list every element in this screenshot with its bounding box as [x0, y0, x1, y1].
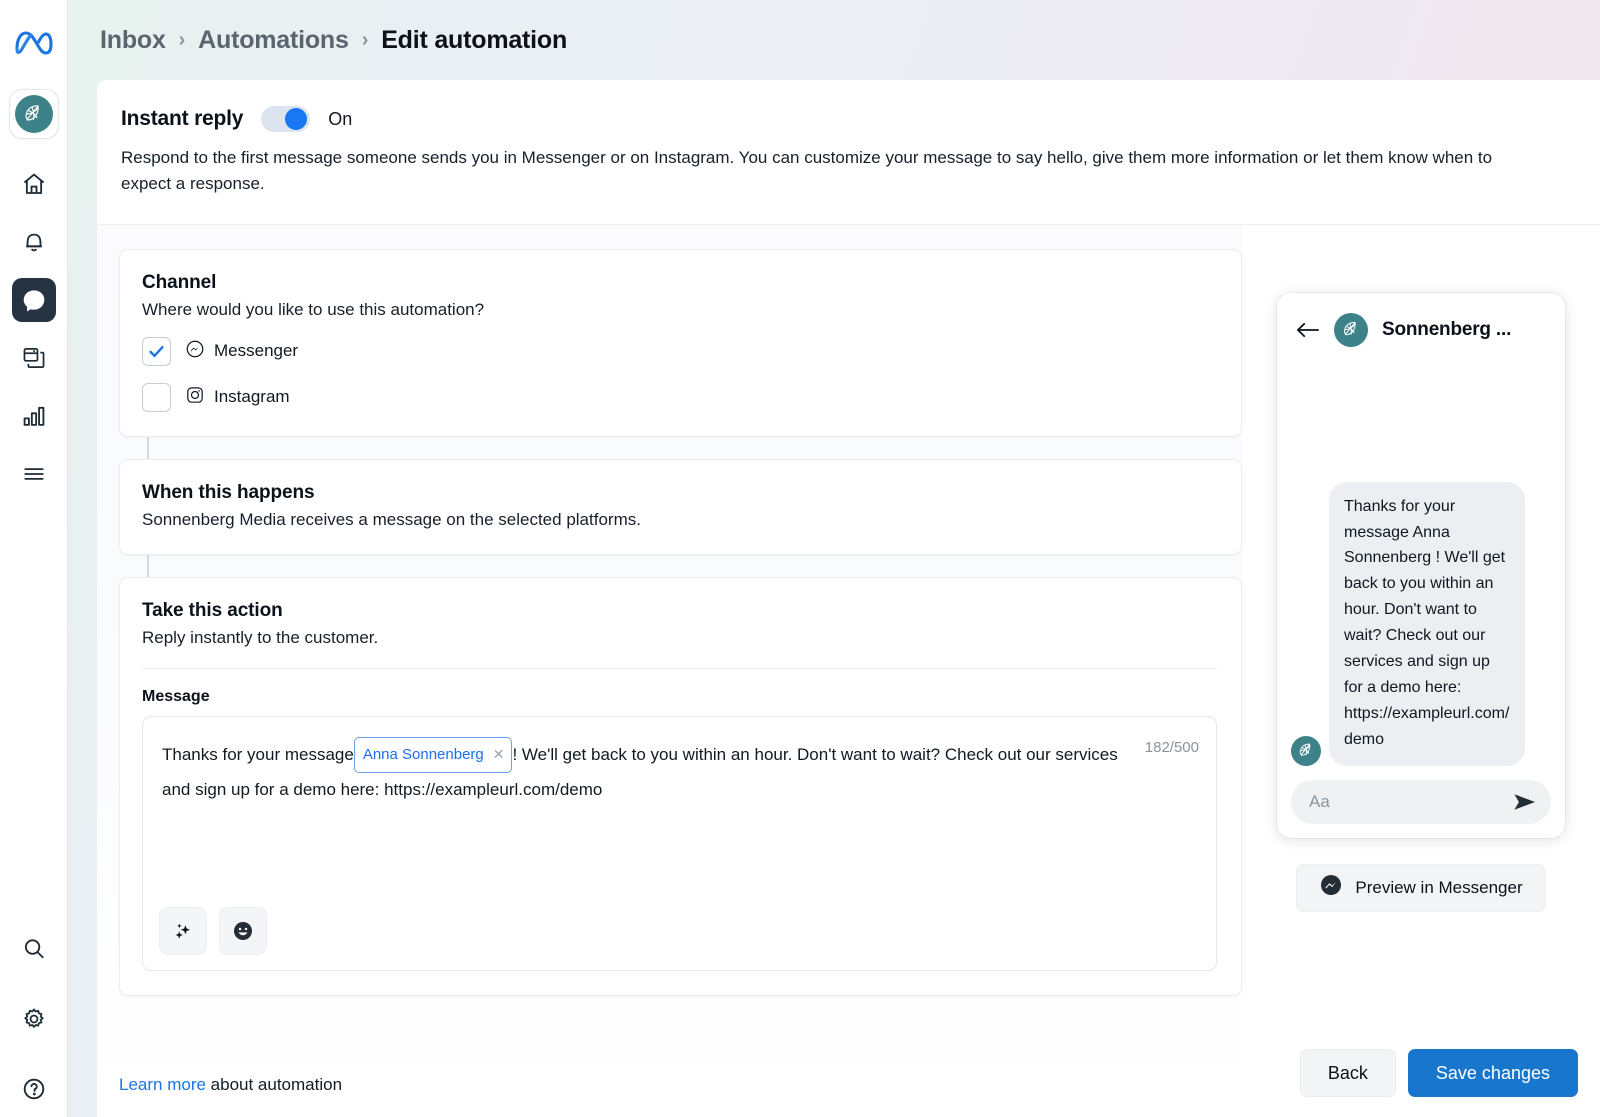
channel-option-messenger[interactable]: Messenger	[142, 336, 1217, 366]
emoji-button[interactable]	[219, 906, 267, 955]
action-subtitle: Reply instantly to the customer.	[142, 627, 379, 647]
trigger-subtitle: Sonnenberg Media receives a message on t…	[142, 509, 641, 529]
messenger-label-group: Messenger	[185, 339, 298, 364]
token-remove-icon[interactable]: ✕	[493, 741, 505, 768]
composer-toolbar	[143, 906, 1216, 970]
action-card: Take this action Reply instantly to the …	[119, 576, 1242, 996]
sidebar-item-insights[interactable]	[12, 394, 56, 438]
action-title: Take this action	[142, 599, 283, 621]
step-connector	[147, 554, 149, 577]
editor-body: Channel Where would you like to use this…	[97, 224, 1600, 1117]
main-region: Inbox › Automations › Edit automation In…	[68, 0, 1600, 1117]
preview-conversation-header: Sonnenberg ...	[1291, 309, 1551, 359]
message-sender-avatar	[1291, 735, 1321, 766]
learn-more-link[interactable]: Learn more	[119, 1075, 206, 1094]
message-input[interactable]: Thanks for your message Anna Sonnenberg ✕!…	[143, 717, 1216, 806]
left-nav-rail	[0, 0, 68, 1117]
preview-contact-name: Sonnenberg ...	[1382, 318, 1512, 340]
preview-message-bubble: Thanks for your message Anna Sonnenberg …	[1329, 481, 1525, 766]
trigger-card: When this happens Sonnenberg Media recei…	[119, 458, 1242, 555]
automation-editor-page: Inbox › Automations › Edit automation In…	[0, 0, 1600, 1117]
preview-in-messenger-button[interactable]: Preview in Messenger	[1296, 863, 1546, 912]
back-arrow-icon[interactable]	[1295, 320, 1320, 340]
toggle-state-label: On	[328, 108, 353, 129]
message-prefix-text: Thanks for your message	[162, 744, 354, 764]
personalization-token[interactable]: Anna Sonnenberg ✕	[353, 736, 513, 773]
gear-icon[interactable]	[12, 997, 56, 1041]
instant-reply-header: Instant reply On Respond to the first me…	[97, 80, 1600, 225]
instagram-icon	[185, 385, 205, 410]
instagram-label-group: Instagram	[185, 385, 290, 410]
breadcrumb-separator: ›	[361, 28, 369, 51]
help-circle-icon[interactable]	[12, 1067, 56, 1111]
instagram-label: Instagram	[214, 387, 290, 407]
preview-in-messenger-label: Preview in Messenger	[1355, 877, 1523, 897]
action-divider	[142, 667, 1217, 669]
sidebar-item-home[interactable]	[12, 162, 56, 206]
character-counter: 182/500	[1144, 738, 1199, 756]
toggle-knob	[285, 108, 308, 130]
learn-more-rest: about automation	[205, 1075, 343, 1094]
preview-message-row: Thanks for your message Anna Sonnenberg …	[1291, 474, 1551, 766]
footer-actions: Back Save changes	[1299, 1049, 1578, 1097]
sidebar-item-pages[interactable]	[12, 336, 56, 380]
send-icon[interactable]	[1512, 791, 1537, 813]
meta-logo-icon[interactable]	[11, 20, 57, 66]
sidebar-item-inbox[interactable]	[11, 278, 56, 322]
preview-message-input[interactable]: Aa	[1291, 779, 1551, 824]
instant-reply-title-row: Instant reply On	[121, 106, 1568, 132]
breadcrumb-item-automations[interactable]: Automations	[198, 26, 349, 55]
messenger-preview-card: Sonnenberg ... Thanks for your message A…	[1277, 292, 1565, 838]
preview-thread: Thanks for your message Anna Sonnenberg …	[1291, 359, 1551, 766]
messenger-label: Messenger	[214, 341, 299, 361]
search-icon[interactable]	[12, 927, 56, 971]
breadcrumb-item-edit-automation: Edit automation	[381, 25, 568, 54]
breadcrumb-separator: ›	[178, 28, 186, 51]
rail-bottom-group	[12, 901, 56, 1117]
instant-reply-toggle[interactable]	[261, 106, 311, 132]
ai-sparkle-button[interactable]	[159, 906, 207, 955]
page-title: Instant reply	[121, 107, 244, 130]
learn-more-row: Learn more about automation	[119, 1075, 342, 1095]
content-sheet: Instant reply On Respond to the first me…	[97, 80, 1600, 1117]
automation-config-column: Channel Where would you like to use this…	[97, 225, 1242, 1117]
message-composer[interactable]: 182/500 Thanks for your message Anna Sonn…	[142, 715, 1217, 971]
channel-option-instagram[interactable]: Instagram	[142, 382, 1217, 412]
breadcrumb: Inbox › Automations › Edit automation	[68, 0, 1600, 80]
channel-subtitle: Where would you like to use this automat…	[142, 299, 485, 319]
messenger-badge-icon	[1319, 873, 1343, 902]
save-changes-button[interactable]: Save changes	[1407, 1049, 1578, 1097]
messenger-icon	[185, 339, 205, 364]
sonnenberg-brand-avatar[interactable]	[9, 90, 58, 138]
step-connector	[147, 436, 149, 459]
token-label: Anna Sonnenberg	[362, 745, 484, 763]
channel-title: Channel	[142, 271, 217, 293]
instagram-checkbox[interactable]	[142, 382, 171, 412]
channel-card: Channel Where would you like to use this…	[119, 248, 1242, 437]
breadcrumb-item-inbox[interactable]: Inbox	[100, 26, 166, 55]
brand-leaf-icon	[14, 95, 53, 133]
trigger-title: When this happens	[142, 481, 315, 503]
preview-column: Sonnenberg ... Thanks for your message A…	[1242, 224, 1600, 1117]
message-field-label: Message	[142, 687, 210, 705]
instant-reply-description: Respond to the first message someone sen…	[121, 148, 1493, 194]
preview-input-placeholder: Aa	[1309, 791, 1330, 811]
sidebar-item-notifications[interactable]	[12, 220, 56, 264]
messenger-checkbox[interactable]	[142, 336, 171, 366]
sidebar-item-menu[interactable]	[12, 452, 56, 496]
back-button[interactable]: Back	[1299, 1049, 1396, 1097]
preview-avatar	[1334, 312, 1368, 347]
